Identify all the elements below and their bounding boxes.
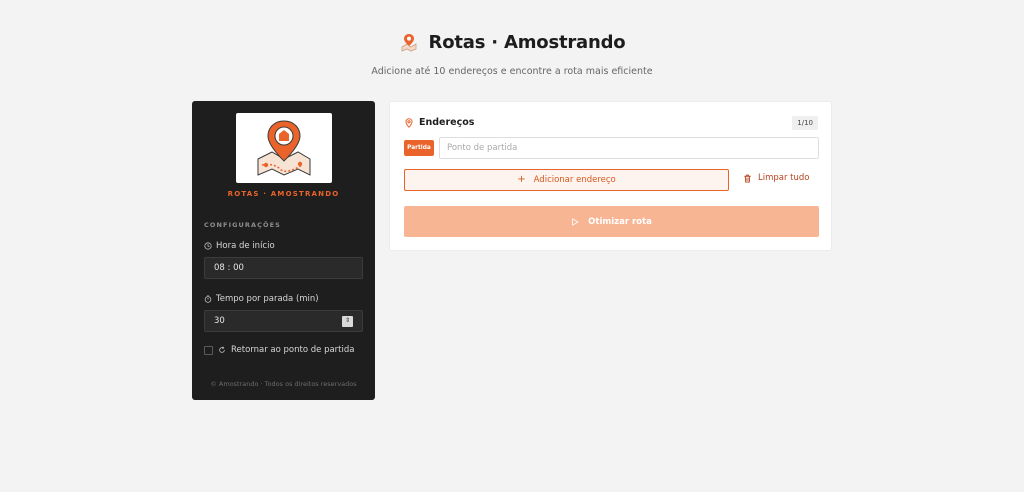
addresses-title: Endereços [419,117,475,128]
start-time-label-text: Hora de início [216,241,275,251]
return-to-start-label: Retornar ao ponto de partida [231,345,355,355]
clear-all-label: Limpar tudo [758,173,810,183]
addresses-card: Endereços 1/10 Partida + Adicionar ender… [389,101,832,251]
addresses-header: Endereços [404,117,474,128]
return-to-start-option[interactable]: Retornar ao ponto de partida [204,345,363,355]
time-per-stop-input[interactable]: 30 ⇕ [204,310,363,332]
settings-sidebar: ROTAS · AMOSTRANDO CONFIGURAÇÕES Hora de… [192,101,375,400]
map-pin-icon [401,34,416,52]
address-row: Partida [404,137,819,159]
map-route-logo-icon [257,120,310,176]
title-row: Rotas · Amostrando [0,30,1024,54]
refresh-icon [219,346,225,353]
start-time-label: Hora de início [204,241,363,251]
time-per-stop-label: Tempo por parada (min) [204,294,363,304]
settings-section-title: CONFIGURAÇÕES [204,221,281,229]
timer-icon [204,295,212,303]
page-subtitle: Adicione até 10 endereços e encontre a r… [371,66,653,77]
start-point-input[interactable] [439,137,819,159]
brand-logo [235,113,332,183]
address-count-badge: 1/10 [792,116,818,130]
page-title: Rotas · Amostrando [428,31,626,53]
time-per-stop-label-text: Tempo por parada (min) [216,294,319,304]
location-pin-icon [405,117,413,128]
trash-icon [744,174,751,183]
start-point-badge: Partida [404,140,434,156]
clock-icon [204,242,212,250]
plus-icon: + [517,174,526,185]
add-address-label: Adicionar endereço [533,175,616,185]
copyright-footer: © Amostrando · Todos os direitos reserva… [210,380,357,388]
add-address-button[interactable]: + Adicionar endereço [404,169,729,191]
optimize-route-label: Otimizar rota [588,216,652,227]
start-time-value: 08 : 00 [214,263,244,273]
clear-all-button[interactable]: Limpar tudo [743,173,810,183]
return-to-start-checkbox[interactable] [204,345,213,355]
number-stepper-icon[interactable]: ⇕ [342,315,353,327]
optimize-route-button[interactable]: Otimizar rota [404,206,819,237]
start-time-input[interactable]: 08 : 00 [204,257,363,279]
time-per-stop-value: 30 [214,316,225,326]
play-icon [572,217,579,226]
brand-caption: ROTAS · AMOSTRANDO [227,190,340,198]
page-header: Rotas · Amostrando Adicione até 10 ender… [0,30,1024,78]
